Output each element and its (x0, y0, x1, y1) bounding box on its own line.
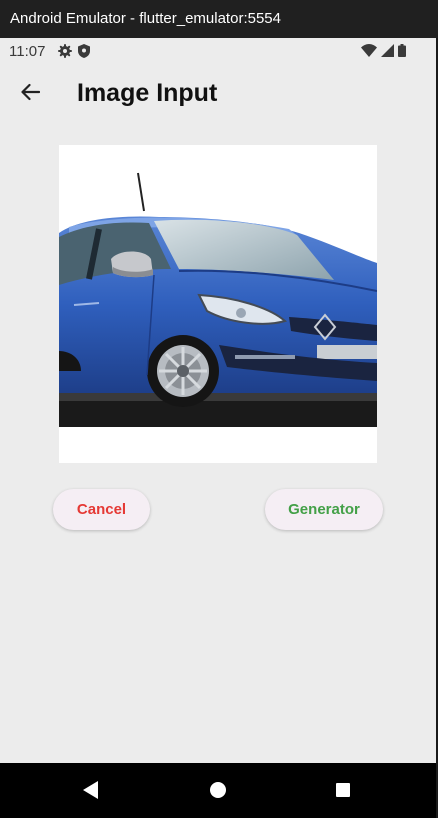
settings-icon (58, 44, 72, 62)
back-button[interactable] (14, 78, 46, 110)
phone-screen: 11:07 Image Input Cancel Generator (0, 38, 436, 763)
cancel-button[interactable]: Cancel (53, 489, 150, 530)
wifi-icon (361, 44, 377, 61)
status-bar: 11:07 (0, 38, 436, 64)
emulator-title-bar: Android Emulator - flutter_emulator:5554 (0, 0, 438, 38)
signal-icon (381, 44, 394, 61)
app-bar: Image Input (0, 64, 436, 124)
selected-image (59, 145, 377, 463)
arrow-back-icon (20, 83, 41, 106)
window-title: Android Emulator - flutter_emulator:5554 (10, 10, 281, 27)
nav-home-icon[interactable] (210, 782, 226, 798)
car-photo-image (59, 145, 377, 463)
nav-recents-icon[interactable] (336, 783, 350, 797)
status-time: 11:07 (9, 43, 46, 60)
battery-icon (398, 44, 406, 61)
navigation-bar (0, 763, 436, 818)
nav-back-icon[interactable] (83, 781, 99, 804)
shield-icon (78, 44, 90, 62)
generator-button[interactable]: Generator (265, 489, 383, 530)
page-title: Image Input (77, 79, 218, 107)
